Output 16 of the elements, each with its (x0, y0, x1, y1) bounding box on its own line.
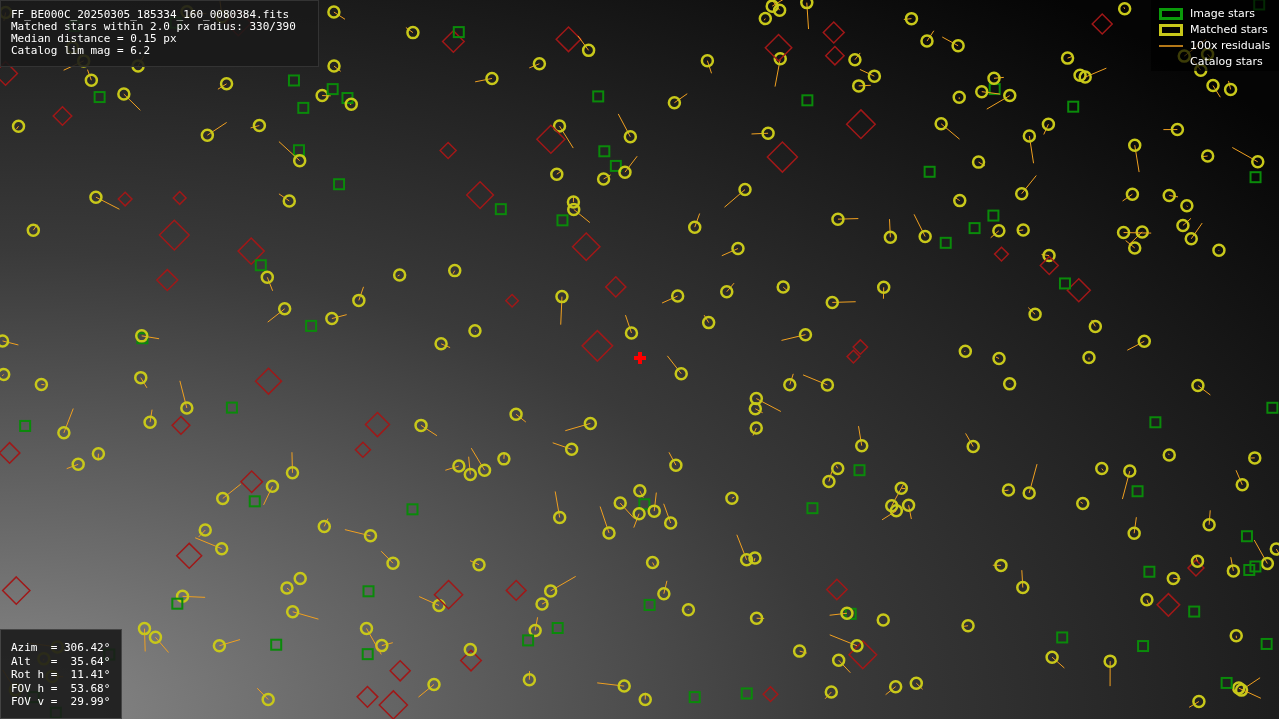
legend-label: Catalog stars (1190, 55, 1263, 68)
legend-label: Image stars (1190, 7, 1255, 20)
legend-label: 100x residuals (1190, 39, 1271, 52)
pointing-text: Alt = 35.64° (11, 654, 112, 668)
line-icon (1159, 44, 1183, 47)
info-text: Matched stars within 2.0 px radius: 330/390 (11, 21, 297, 33)
pointing-text: FOV h = 53.68° (11, 681, 112, 695)
legend-label: Matched stars (1190, 23, 1268, 36)
pointing-text: Rot h = 11.41° (11, 668, 112, 682)
pointing-text: Azim = 306.42° (11, 641, 112, 655)
info-text: FF_BE000C_20250305_185334_160_0080384.fits (11, 9, 291, 21)
info-text: Catalog lim mag = 6.2 (11, 45, 152, 57)
pointing-text: FOV v = 29.99° (11, 695, 112, 709)
square-marker-icon (1159, 23, 1183, 36)
info-text: Median distance = 0.15 px (11, 33, 178, 45)
square-outline-icon (1159, 7, 1183, 20)
